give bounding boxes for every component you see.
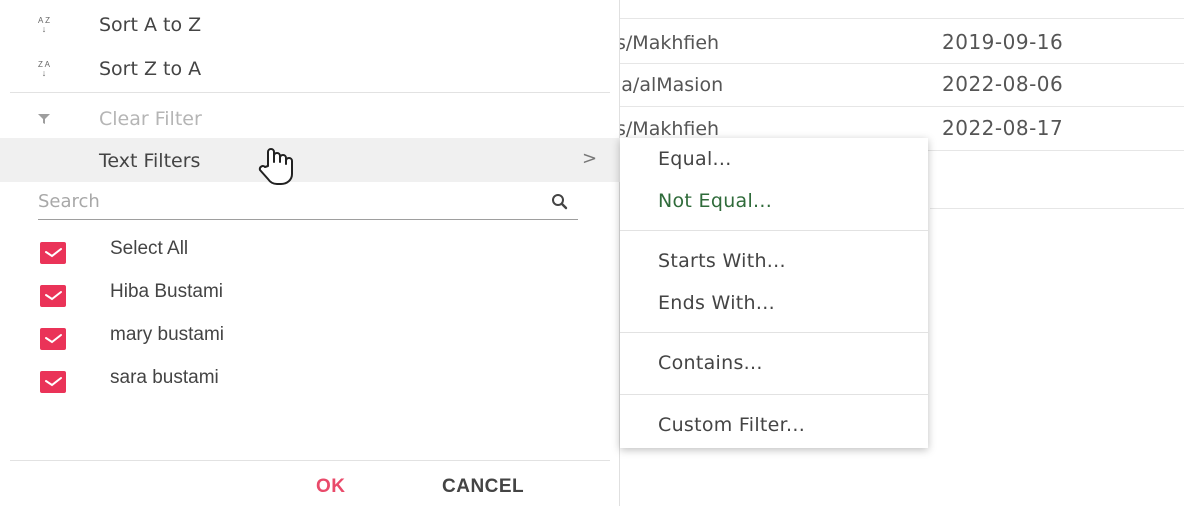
table-cell-date: 2022-08-17 [942, 116, 1064, 140]
text-filters-menu-item[interactable]: Text Filters > [0, 138, 620, 182]
checklist-item-select-all[interactable]: Select All [38, 234, 578, 268]
checklist-label: mary bustami [110, 324, 225, 345]
row-divider [930, 208, 1184, 209]
table-cell-date: 2022-08-06 [942, 72, 1064, 96]
table-cell-name: s/Makhfieh [616, 32, 720, 54]
submenu-item-label: Not Equal... [658, 190, 773, 212]
hand-cursor-icon [254, 142, 300, 188]
submenu-item-starts-with[interactable]: Starts With... [620, 242, 928, 282]
table-cell-name: s/Makhfieh [616, 118, 720, 140]
sort-asc-icon: A Z ↓ [37, 16, 50, 34]
checklist-label: Select All [110, 238, 189, 259]
footer-divider [10, 460, 610, 461]
submenu-item-not-equal[interactable]: Not Equal... [620, 182, 928, 222]
checkbox-checked[interactable] [40, 328, 66, 350]
sort-desc-label: Sort Z to A [99, 58, 202, 80]
checklist-label: Hiba Bustami [110, 281, 223, 302]
row-divider [620, 18, 1184, 19]
submenu-divider [620, 394, 928, 395]
checkbox-checked[interactable] [40, 371, 66, 393]
search-field [38, 186, 578, 220]
column-filter-menu: A Z ↓ Sort A to Z Z A ↓ Sort Z to A Clea… [0, 0, 620, 506]
sort-desc-menu-item[interactable]: Z A ↓ Sort Z to A [0, 46, 620, 90]
checklist-item[interactable]: mary bustami [38, 320, 578, 354]
chevron-right-icon: > [582, 148, 598, 169]
sort-asc-label: Sort A to Z [99, 14, 202, 36]
submenu-divider [620, 332, 928, 333]
submenu-item-ends-with[interactable]: Ends With... [620, 284, 928, 324]
checkbox-checked[interactable] [40, 242, 66, 264]
table-cell-date: 2019-09-16 [942, 30, 1064, 54]
menu-divider [10, 92, 610, 93]
submenu-divider [620, 230, 928, 231]
search-input[interactable] [38, 186, 518, 216]
table-cell-name: la/alMasion [616, 74, 724, 96]
submenu-item-custom-filter[interactable]: Custom Filter... [620, 406, 928, 446]
sort-desc-icon: Z A ↓ [37, 60, 50, 78]
cancel-button[interactable]: CANCEL [442, 476, 524, 498]
submenu-item-contains[interactable]: Contains... [620, 344, 928, 384]
checklist-item[interactable]: sara bustami [38, 363, 578, 397]
submenu-item-label: Starts With... [658, 250, 786, 272]
filter-icon [34, 109, 54, 129]
submenu-item-equal[interactable]: Equal... [620, 140, 928, 180]
submenu-item-label: Ends With... [658, 292, 775, 314]
text-filters-submenu: Equal... Not Equal... Starts With... End… [620, 138, 928, 448]
table-row[interactable]: s/Makhfieh 2019-09-16 [616, 20, 1184, 64]
table-row[interactable]: la/alMasion 2022-08-06 [616, 62, 1184, 106]
checkbox-checked[interactable] [40, 285, 66, 307]
checklist-label: sara bustami [110, 367, 219, 388]
search-icon [550, 192, 570, 212]
clear-filter-label: Clear Filter [99, 108, 202, 130]
ok-button[interactable]: OK [316, 476, 346, 498]
clear-filter-menu-item[interactable]: Clear Filter [0, 96, 620, 140]
submenu-item-label: Custom Filter... [658, 414, 806, 436]
text-filters-label: Text Filters [99, 150, 201, 172]
sort-asc-menu-item[interactable]: A Z ↓ Sort A to Z [0, 2, 620, 46]
checklist-item[interactable]: Hiba Bustami [38, 277, 578, 311]
submenu-item-label: Contains... [658, 352, 763, 374]
submenu-item-label: Equal... [658, 148, 732, 170]
